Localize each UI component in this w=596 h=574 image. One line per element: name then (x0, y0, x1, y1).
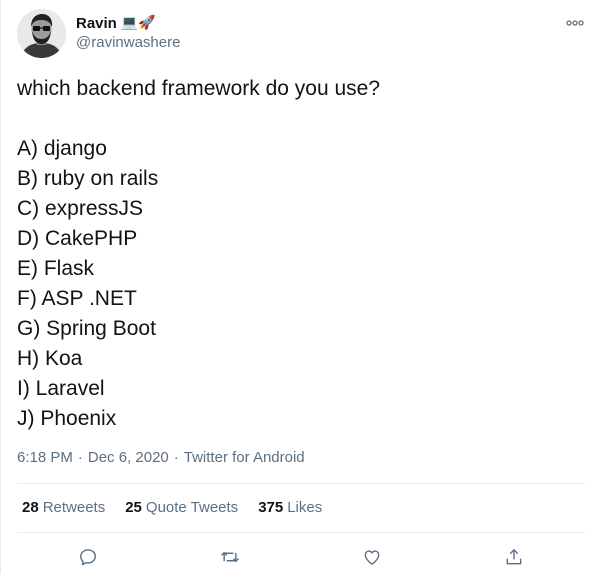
tweet-line-option-b: B) ruby on rails (17, 167, 159, 190)
quote-tweets-count: 25 (125, 499, 142, 516)
tweet-line-option-a: A) django (17, 137, 107, 160)
reply-button[interactable] (75, 544, 101, 570)
retweets-count: 28 (22, 499, 39, 516)
avatar[interactable] (17, 9, 66, 58)
avatar-image (17, 9, 66, 58)
tweet-time[interactable]: 6:18 PM (17, 449, 73, 466)
tweet-line-option-f: F) ASP .NET (17, 287, 137, 310)
tweet-line-option-e: E) Flask (17, 257, 95, 280)
tweet-line-option-j: J) Phoenix (17, 407, 117, 430)
tweet-line-option-c: C) expressJS (17, 197, 144, 220)
retweet-icon (221, 551, 239, 563)
author-name-emoji: 💻🚀 (120, 15, 156, 31)
tweet-line-question: which backend framework do you use? (17, 77, 381, 100)
reply-icon (80, 549, 96, 566)
tweet-actions (1, 544, 596, 570)
likes-count: 375 (258, 499, 284, 516)
author-handle[interactable]: @ravinwashere (76, 34, 180, 51)
quote-tweets-stat[interactable]: 25 Quote Tweets (125, 499, 238, 516)
quote-tweets-label: Quote Tweets (145, 499, 239, 516)
retweet-button[interactable] (217, 544, 243, 570)
tweet-card: Ravin 💻🚀 @ravinwashere which backend fra… (0, 0, 596, 574)
like-icon (364, 550, 380, 565)
tweet-date[interactable]: Dec 6, 2020 (88, 449, 169, 466)
likes-label: Likes (287, 499, 323, 516)
meta-separator: · (77, 449, 83, 466)
more-icon (566, 20, 584, 26)
tweet-text: which backend framework do you use? A) d… (17, 74, 577, 434)
tweet-line-option-g: G) Spring Boot (17, 317, 156, 340)
divider-bottom (17, 532, 585, 533)
tweet-line-option-d: D) CakePHP (17, 227, 138, 250)
share-button[interactable] (501, 544, 527, 570)
meta-separator: · (173, 449, 179, 466)
tweet-stats: 28 Retweets 25 Quote Tweets 375 Likes (22, 499, 342, 516)
divider-top (17, 483, 585, 484)
retweets-stat[interactable]: 28 Retweets (22, 499, 105, 516)
tweet-line-option-i: I) Laravel (17, 377, 105, 400)
likes-stat[interactable]: 375 Likes (258, 499, 322, 516)
author-display-name[interactable]: Ravin (76, 15, 117, 32)
like-button[interactable] (359, 544, 385, 570)
more-options-button[interactable] (563, 14, 587, 32)
tweet-line-option-h: H) Koa (17, 347, 83, 370)
author-name-row: Ravin 💻🚀 (76, 13, 156, 33)
tweet-meta: 6:18 PM · Dec 6, 2020 · Twitter for Andr… (17, 449, 305, 466)
share-icon (506, 549, 522, 565)
tweet-source[interactable]: Twitter for Android (184, 449, 305, 466)
retweets-label: Retweets (42, 499, 106, 516)
